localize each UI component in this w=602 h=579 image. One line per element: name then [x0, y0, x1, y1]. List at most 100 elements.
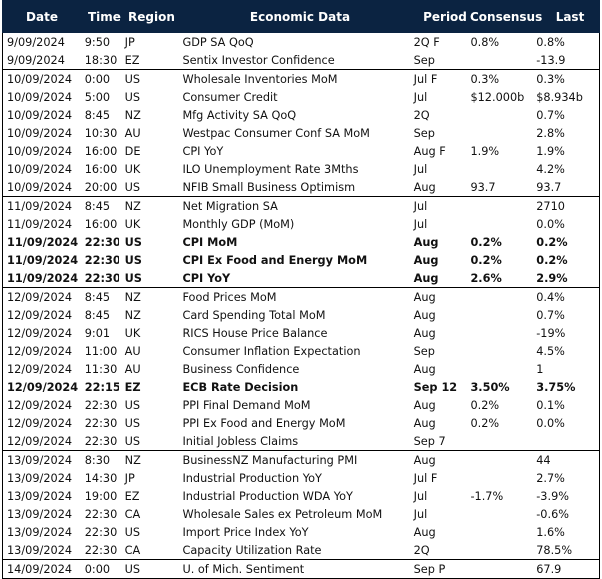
- cell-region: NZ: [124, 199, 141, 213]
- table-row: 11/09/2024 8:45 NZ Net Migration SA Jul 2710: [3, 197, 599, 215]
- table-row: 12/09/2024 22:30 US Initial Jobless Claims S…: [3, 432, 599, 450]
- cell-economic-data: Initial Jobless Claims: [182, 434, 299, 448]
- cell-time: 8:45: [84, 199, 111, 213]
- cell-region: US: [124, 398, 141, 412]
- table-row: 13/09/2024 22:30 CA Capacity Utilization Ra…: [3, 541, 599, 559]
- cell-region: US: [124, 72, 141, 86]
- cell-time: 19:00: [84, 489, 118, 503]
- cell-last: 0.0%: [536, 217, 565, 231]
- cell-last: 44: [536, 453, 551, 467]
- cell-date: 14/09/2024: [7, 562, 73, 576]
- cell-region: US: [124, 416, 141, 430]
- cell-last: 0.7%: [536, 308, 565, 322]
- table-row: 10/09/2024 5:00 US Consumer Credit Jul $12.00…: [3, 88, 599, 106]
- cell-date: 10/09/2024: [7, 108, 73, 122]
- table-row: 10/09/2024 16:00 UK ILO Unemployment Rate 3…: [3, 160, 599, 178]
- cell-economic-data: CPI Ex Food and Energy MoM: [182, 253, 368, 267]
- cell-period: Jul F: [413, 72, 438, 86]
- day-group: 13/09/2024 8:30 NZ BusinessNZ Manufacturing…: [2, 451, 600, 560]
- cell-period: Sep: [413, 344, 435, 358]
- cell-region: EZ: [124, 489, 140, 503]
- header-period: Period: [423, 9, 467, 24]
- cell-date: 12/09/2024: [7, 344, 73, 358]
- cell-time: 22:30: [84, 525, 118, 539]
- cell-time: 9:01: [84, 326, 111, 340]
- header-time: Time: [88, 9, 121, 24]
- table-row: 13/09/2024 22:30 US Import Price Index YoY A…: [3, 523, 599, 541]
- cell-period: Sep 7: [413, 434, 446, 448]
- cell-date: 9/09/2024: [7, 53, 65, 67]
- cell-region: DE: [124, 144, 141, 158]
- cell-last: $8.934b: [536, 90, 583, 104]
- cell-economic-data: CPI MoM: [182, 235, 238, 249]
- cell-region: NZ: [124, 453, 141, 467]
- cell-time: 22:30: [84, 253, 119, 267]
- cell-region: AU: [124, 344, 141, 358]
- cell-time: 8:30: [84, 453, 111, 467]
- header-region: Region: [128, 9, 175, 24]
- cell-time: 22:30: [84, 507, 118, 521]
- cell-date: 11/09/2024: [7, 253, 78, 267]
- cell-last: 0.2%: [536, 235, 568, 249]
- cell-date: 10/09/2024: [7, 126, 73, 140]
- table-body: 9/09/2024 9:50 JP GDP SA QoQ 2Q F 0.8% 0.8% 9/0…: [2, 33, 600, 579]
- cell-date: 10/09/2024: [7, 90, 73, 104]
- table-row: 9/09/2024 18:30 EZ Sentix Investor Confiden…: [3, 51, 599, 69]
- cell-time: 0:00: [84, 72, 111, 86]
- cell-period: Aug: [413, 416, 436, 430]
- cell-date: 12/09/2024: [7, 308, 73, 322]
- cell-region: CA: [124, 543, 141, 557]
- cell-time: 22:30: [84, 398, 118, 412]
- cell-region: EZ: [124, 380, 141, 394]
- cell-region: JP: [124, 471, 135, 485]
- table-row: 12/09/2024 11:00 AU Consumer Inflation Expe…: [3, 342, 599, 360]
- cell-time: 22:30: [84, 434, 118, 448]
- cell-economic-data: NFIB Small Business Optimism: [182, 180, 356, 194]
- cell-last: 4.5%: [536, 344, 565, 358]
- cell-period: Aug F: [413, 144, 446, 158]
- cell-date: 12/09/2024: [7, 416, 73, 430]
- table-row-highlighted: 12/09/2024 22:15 EZ ECB Rate Decision Sep 12…: [3, 378, 599, 396]
- cell-last: 2.8%: [536, 126, 565, 140]
- cell-date: 10/09/2024: [7, 180, 73, 194]
- cell-last: 2.7%: [536, 471, 565, 485]
- cell-time: 16:00: [84, 144, 118, 158]
- cell-region: UK: [124, 326, 141, 340]
- cell-period: Jul: [413, 489, 428, 503]
- header-consensus: Consensus: [470, 9, 543, 24]
- table-row: 12/09/2024 22:30 US PPI Ex Food and Energy …: [3, 414, 599, 432]
- cell-economic-data: Consumer Credit: [182, 90, 278, 104]
- cell-economic-data: Capacity Utilization Rate: [182, 543, 322, 557]
- cell-date: 12/09/2024: [7, 380, 78, 394]
- cell-time: 5:00: [84, 90, 111, 104]
- cell-time: 10:30: [84, 126, 118, 140]
- table-row: 13/09/2024 22:30 CA Wholesale Sales ex Petr…: [3, 505, 599, 523]
- cell-last: 78.5%: [536, 543, 573, 557]
- header-date: Date: [26, 9, 58, 24]
- cell-last: 0.4%: [536, 290, 565, 304]
- table-row: 11/09/2024 16:00 UK Monthly GDP (MoM) Jul 0.0…: [3, 215, 599, 233]
- cell-date: 11/09/2024: [7, 235, 78, 249]
- cell-economic-data: ILO Unemployment Rate 3Mths: [182, 162, 359, 176]
- cell-region: US: [124, 562, 141, 576]
- cell-economic-data: CPI YoY: [182, 144, 224, 158]
- header-economic-data: Economic Data: [249, 9, 351, 24]
- cell-time: 22:30: [84, 416, 118, 430]
- cell-period: Jul: [413, 507, 428, 521]
- table-row: 10/09/2024 16:00 DE CPI YoY Aug F 1.9% 1.9%: [3, 142, 599, 160]
- table-row-highlighted: 11/09/2024 22:30 US CPI YoY Aug 2.6% 2.9%: [3, 269, 599, 287]
- cell-economic-data: Food Prices MoM: [182, 290, 277, 304]
- cell-region: JP: [124, 35, 135, 49]
- cell-date: 11/09/2024: [7, 271, 78, 285]
- cell-economic-data: Business Confidence: [182, 362, 300, 376]
- cell-date: 11/09/2024: [7, 199, 73, 213]
- cell-date: 13/09/2024: [7, 471, 73, 485]
- cell-economic-data: Consumer Inflation Expectation: [182, 344, 361, 358]
- cell-period: Sep 12: [413, 380, 458, 394]
- cell-time: 20:00: [84, 180, 118, 194]
- cell-time: 22:30: [84, 271, 119, 285]
- cell-time: 8:45: [84, 290, 111, 304]
- cell-consensus: 1.9%: [470, 144, 500, 158]
- cell-time: 22:30: [84, 543, 118, 557]
- cell-date: 12/09/2024: [7, 290, 73, 304]
